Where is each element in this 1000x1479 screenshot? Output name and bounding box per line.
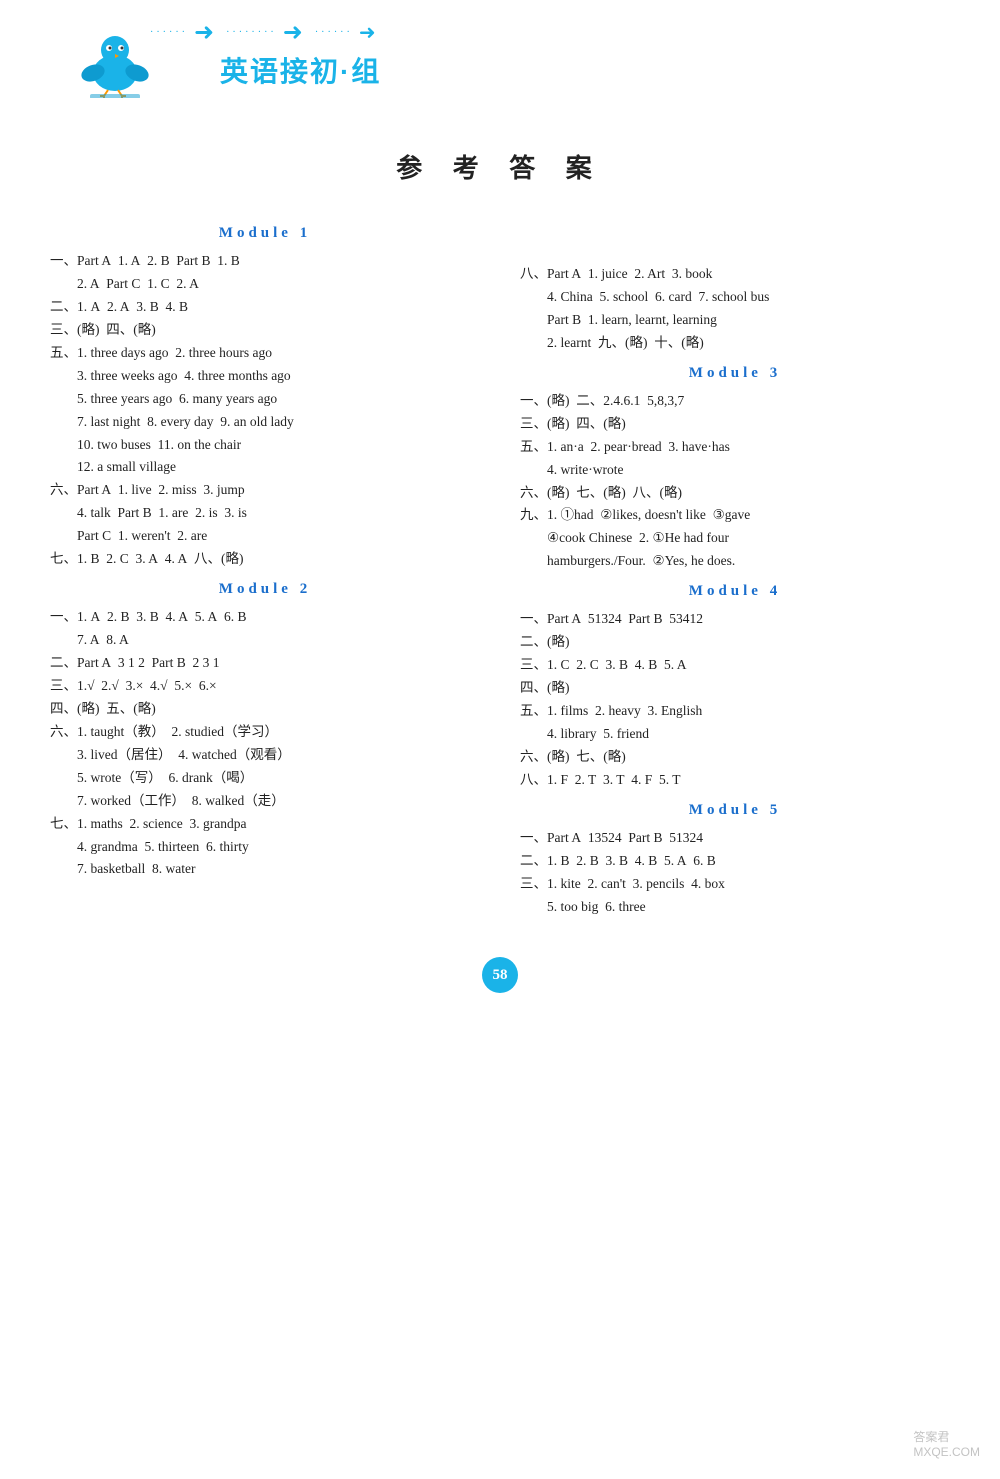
- module2-line9: 7. worked（工作） 8. walked（走）: [50, 790, 480, 813]
- module3-line8: hamburgers./Four. ②Yes, he does.: [520, 550, 950, 573]
- module4-line1: 一、Part A 51324 Part B 53412: [520, 608, 950, 631]
- module2-line11: 4. grandma 5. thirteen 6. thirty: [50, 836, 480, 859]
- module4-line4: 四、(略): [520, 677, 950, 700]
- module4-title: Module 4: [520, 583, 950, 600]
- module2-extra-section: 八、Part A 1. juice 2. Art 3. book 4. Chin…: [520, 263, 950, 355]
- module3-line5: 六、(略) 七、(略) 八、(略): [520, 482, 950, 505]
- module2-line8: 5. wrote（写） 6. drank（喝）: [50, 767, 480, 790]
- module2-extra-line3: Part B 1. learn, learnt, learning: [520, 309, 950, 332]
- module1-line9: 10. two buses 11. on the chair: [50, 434, 480, 457]
- module2-line1: 一、1. A 2. B 3. B 4. A 5. A 6. B: [50, 606, 480, 629]
- header-title: 英语接初·组: [220, 50, 381, 90]
- module3-line1: 一、(略) 二、2.4.6.1 5,8,3,7: [520, 390, 950, 413]
- module2-line7: 3. lived（居住） 4. watched（观看）: [50, 744, 480, 767]
- module4-line8: 八、1. F 2. T 3. T 4. F 5. T: [520, 769, 950, 792]
- module1-line13: Part C 1. weren't 2. are: [50, 525, 480, 548]
- module5-section: Module 5 一、Part A 13524 Part B 51324 二、1…: [520, 802, 950, 919]
- module2-extra-line1: 八、Part A 1. juice 2. Art 3. book: [520, 263, 950, 286]
- module2-line6: 六、1. taught（教） 2. studied（学习）: [50, 721, 480, 744]
- module4-line5: 五、1. films 2. heavy 3. English: [520, 700, 950, 723]
- module3-title: Module 3: [520, 365, 950, 382]
- module1-line4: 三、(略) 四、(略): [50, 319, 480, 342]
- module5-line1: 一、Part A 13524 Part B 51324: [520, 827, 950, 850]
- watermark-line2: MXQE.COM: [913, 1445, 980, 1459]
- module2-line12: 7. basketball 8. water: [50, 858, 480, 881]
- module1-line14: 七、1. B 2. C 3. A 4. A 八、(略): [50, 548, 480, 571]
- watermark-line1: 答案君: [913, 1428, 980, 1445]
- module2-line3: 二、Part A 3 1 2 Part B 2 3 1: [50, 652, 480, 675]
- module4-line7: 六、(略) 七、(略): [520, 746, 950, 769]
- module1-line2: 2. A Part C 1. C 2. A: [50, 273, 480, 296]
- module2-line5: 四、(略) 五、(略): [50, 698, 480, 721]
- module2-line10: 七、1. maths 2. science 3. grandpa: [50, 813, 480, 836]
- module1-line7: 5. three years ago 6. many years ago: [50, 388, 480, 411]
- module1-line8: 7. last night 8. every day 9. an old lad…: [50, 411, 480, 434]
- module1-line3: 二、1. A 2. A 3. B 4. B: [50, 296, 480, 319]
- module2-line2: 7. A 8. A: [50, 629, 480, 652]
- module3-line7: ④cook Chinese 2. ①He had four: [520, 527, 950, 550]
- module5-line3: 三、1. kite 2. can't 3. pencils 4. box: [520, 873, 950, 896]
- module1-line6: 3. three weeks ago 4. three months ago: [50, 365, 480, 388]
- module4-section: Module 4 一、Part A 51324 Part B 53412 二、(…: [520, 583, 950, 792]
- module1-line12: 4. talk Part B 1. are 2. is 3. is: [50, 502, 480, 525]
- content-area: Module 1 一、Part A 1. A 2. B Part B 1. B …: [0, 215, 1000, 927]
- main-title: 参 考 答 案: [0, 148, 1000, 185]
- left-column: Module 1 一、Part A 1. A 2. B Part B 1. B …: [50, 215, 500, 927]
- right-column: 八、Part A 1. juice 2. Art 3. book 4. Chin…: [500, 215, 950, 927]
- page-circle: 58: [482, 957, 518, 993]
- header: ······ ➜ ········ ➜ ······ ➜ 英语接初·组: [0, 0, 1000, 118]
- page-number-area: 58: [0, 957, 1000, 993]
- module1-section: Module 1 一、Part A 1. A 2. B Part B 1. B …: [50, 225, 480, 571]
- module2-line4: 三、1.√ 2.√ 3.× 4.√ 5.× 6.×: [50, 675, 480, 698]
- module3-line6: 九、1. ①had ②likes, doesn't like ③gave: [520, 504, 950, 527]
- module2-section: Module 2 一、1. A 2. B 3. B 4. A 5. A 6. B…: [50, 581, 480, 881]
- module2-title: Module 2: [50, 581, 480, 598]
- module1-line10: 12. a small village: [50, 456, 480, 479]
- module4-line3: 三、1. C 2. C 3. B 4. B 5. A: [520, 654, 950, 677]
- module3-line2: 三、(略) 四、(略): [520, 413, 950, 436]
- module5-line4: 5. too big 6. three: [520, 896, 950, 919]
- module1-line11: 六、Part A 1. live 2. miss 3. jump: [50, 479, 480, 502]
- module3-section: Module 3 一、(略) 二、2.4.6.1 5,8,3,7 三、(略) 四…: [520, 365, 950, 574]
- module2-extra-line2: 4. China 5. school 6. card 7. school bus: [520, 286, 950, 309]
- module4-line6: 4. library 5. friend: [520, 723, 950, 746]
- module1-line1: 一、Part A 1. A 2. B Part B 1. B: [50, 250, 480, 273]
- module3-line3: 五、1. an·a 2. pear·bread 3. have·has: [520, 436, 950, 459]
- module1-line5: 五、1. three days ago 2. three hours ago: [50, 342, 480, 365]
- module4-line2: 二、(略): [520, 631, 950, 654]
- module2-extra-line4: 2. learnt 九、(略) 十、(略): [520, 332, 950, 355]
- module5-line2: 二、1. B 2. B 3. B 4. B 5. A 6. B: [520, 850, 950, 873]
- watermark: 答案君 MXQE.COM: [913, 1428, 980, 1459]
- module5-title: Module 5: [520, 802, 950, 819]
- module3-line4: 4. write·wrote: [520, 459, 950, 482]
- module1-title: Module 1: [50, 225, 480, 242]
